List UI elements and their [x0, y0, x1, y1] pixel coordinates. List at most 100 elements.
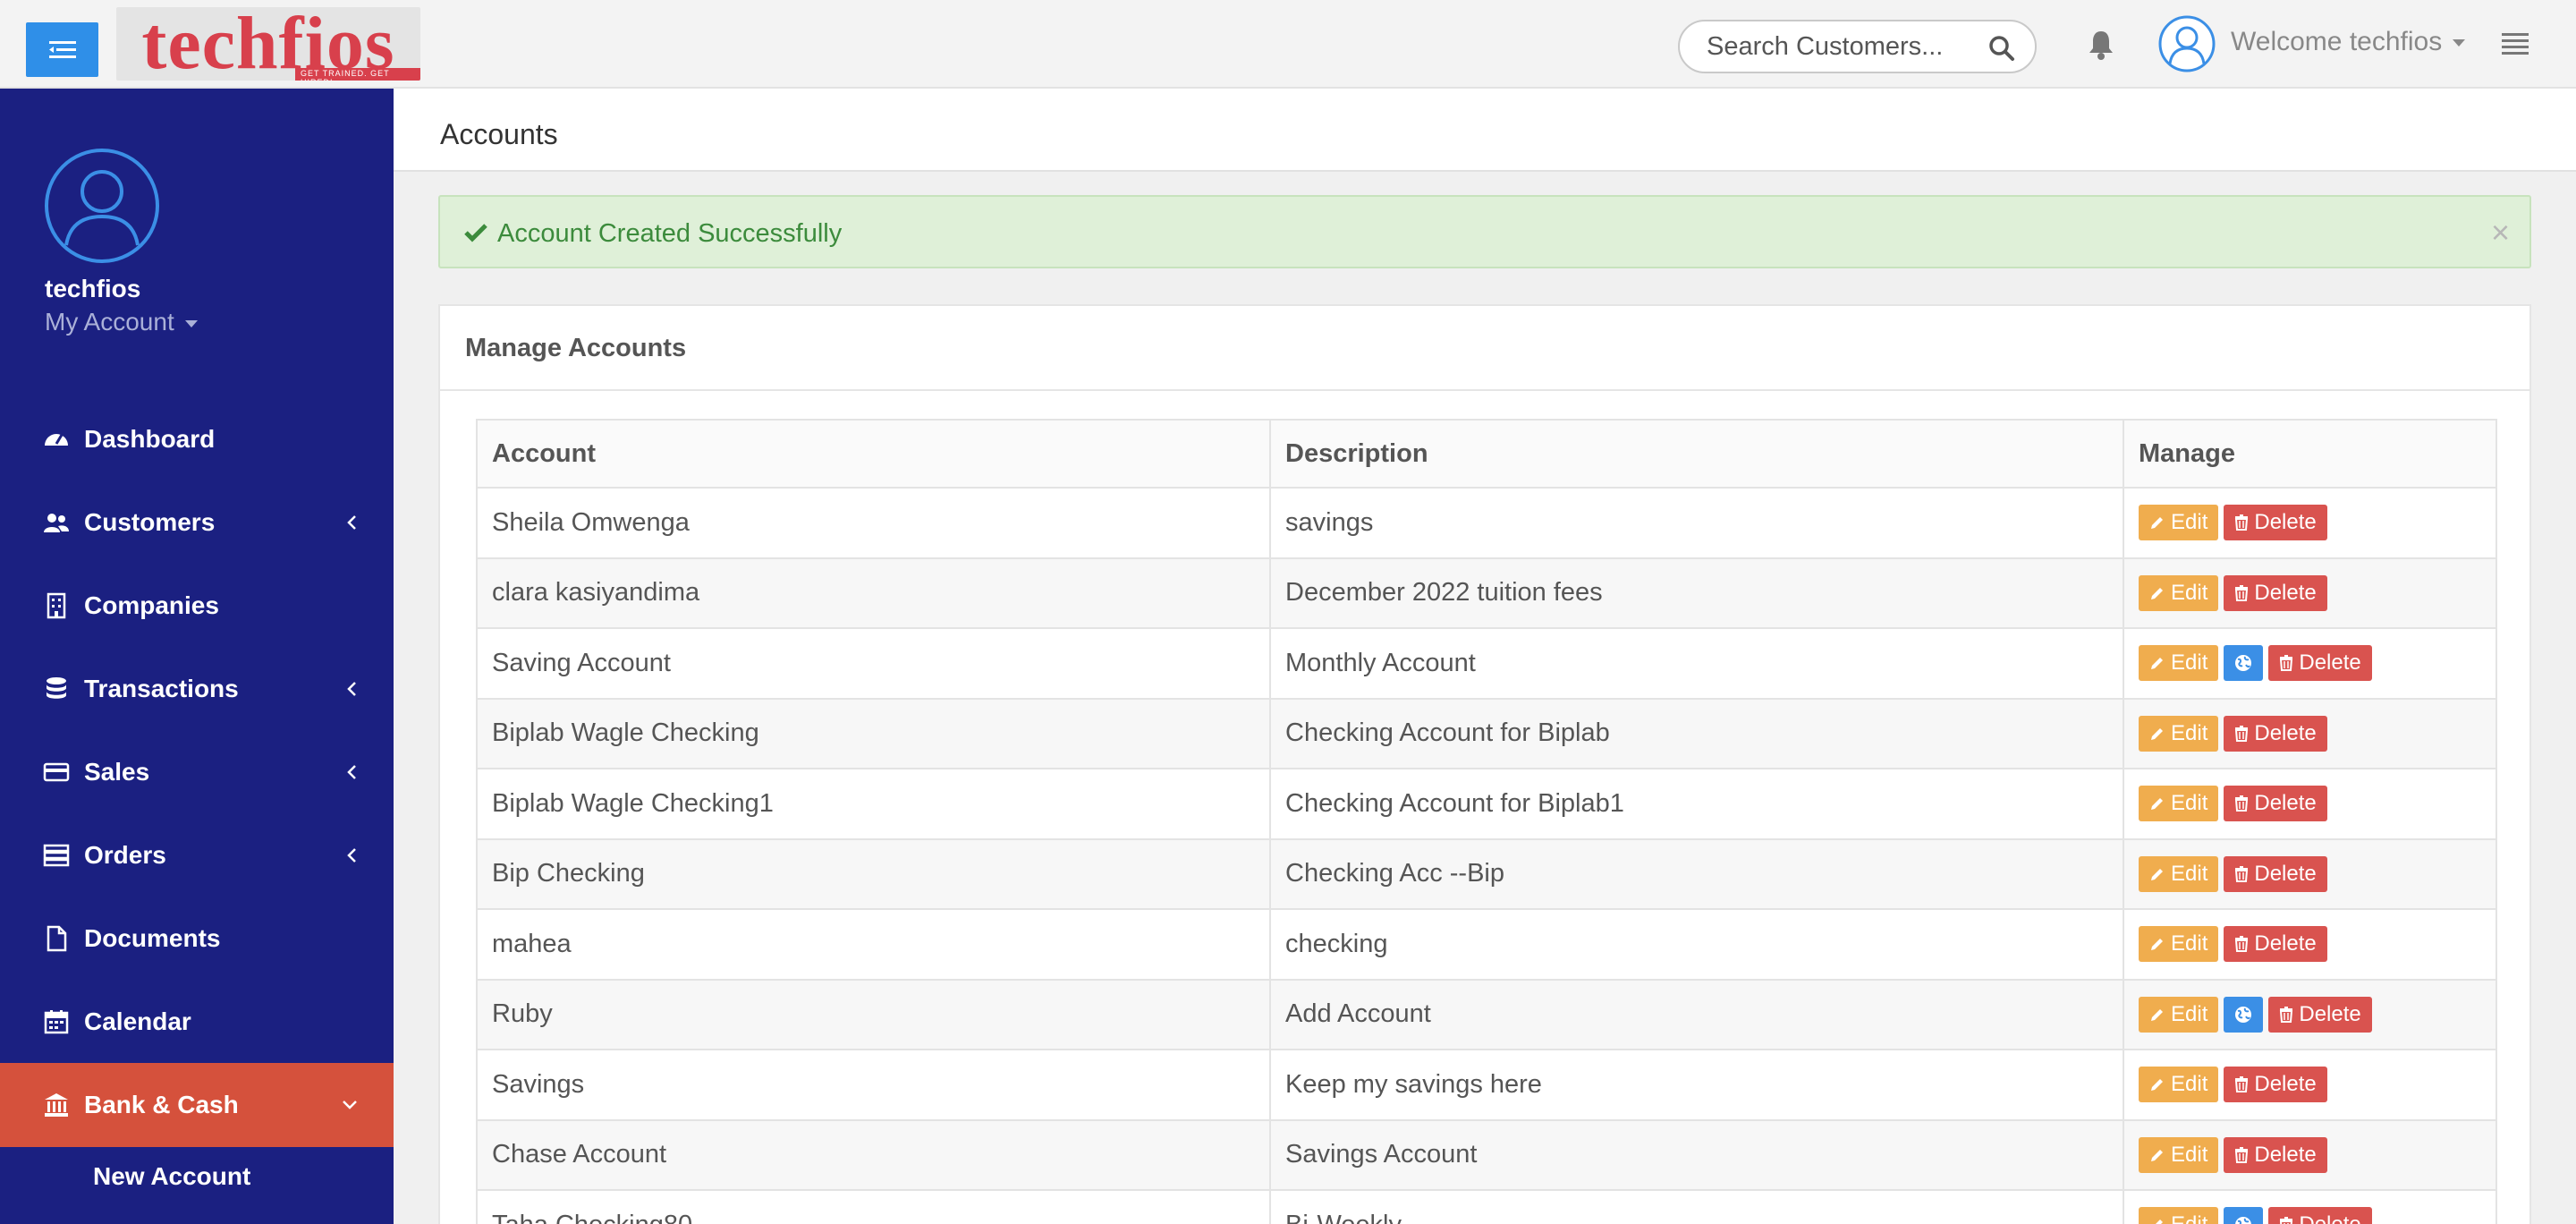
edit-button[interactable]: Edit: [2139, 1067, 2219, 1103]
trash-icon: [2280, 1217, 2293, 1224]
sidebar-item-label: Bank & Cash: [84, 1091, 239, 1118]
account-name-cell: Saving Account: [476, 627, 1271, 700]
account-name-cell: Savings: [476, 1049, 1271, 1121]
my-account-dropdown[interactable]: My Account: [45, 308, 198, 336]
delete-button[interactable]: Delete: [2268, 645, 2372, 682]
sidebar-item-label: Companies: [84, 591, 219, 619]
sidebar-item-label: Orders: [84, 841, 166, 869]
menu-icon: [48, 40, 76, 58]
view-account-button[interactable]: [2224, 645, 2264, 682]
delete-button[interactable]: Delete: [2224, 715, 2327, 752]
sidebar-toggle-button[interactable]: [26, 22, 98, 77]
sidebar-item-calendar[interactable]: Calendar: [0, 980, 394, 1064]
delete-label: Delete: [2299, 1001, 2361, 1026]
bell-icon[interactable]: [2087, 29, 2115, 61]
table-row: Bip Checking Checking Acc --Bip Edit Delete: [476, 837, 2497, 910]
delete-label: Delete: [2254, 791, 2317, 816]
search-box: [1678, 20, 2037, 73]
techfios-logo[interactable]: techfios GET TRAINED. GET HIRED!: [116, 7, 420, 81]
search-icon[interactable]: [1988, 35, 2015, 62]
edit-button[interactable]: Edit: [2139, 926, 2219, 963]
sidebar-item-transactions[interactable]: Transactions: [0, 647, 394, 731]
sidebar-username: techfios: [45, 275, 141, 302]
trash-icon: [2235, 795, 2249, 812]
edit-label: Edit: [2171, 720, 2208, 745]
edit-button[interactable]: Edit: [2139, 1207, 2219, 1224]
manage-cell: Edit Delete: [2123, 697, 2497, 769]
delete-label: Delete: [2254, 1072, 2317, 1097]
close-alert-button[interactable]: ×: [2491, 217, 2510, 249]
pencil-icon: [2156, 1220, 2163, 1224]
edit-button[interactable]: Edit: [2139, 505, 2219, 541]
delete-button[interactable]: Delete: [2268, 1207, 2372, 1224]
calendar-icon: [44, 1010, 69, 1034]
account-name-cell: Biplab Wagle Checking: [476, 697, 1271, 769]
user-avatar-icon[interactable]: [2157, 14, 2216, 73]
accounts-table: Account Description Manage Sheila Omweng…: [476, 419, 2497, 1224]
description-cell: Checking Account for Biplab: [1269, 697, 2124, 769]
chevron-down-icon: [343, 1101, 357, 1109]
account-name-cell: Chase Account: [476, 1118, 1271, 1191]
top-header: techfios GET TRAINED. GET HIRED! Welcome…: [0, 0, 2576, 89]
right-sidebar-toggle-icon[interactable]: [2502, 32, 2529, 55]
delete-label: Delete: [2254, 861, 2317, 886]
sidebar-subitem-new-account[interactable]: New Account: [93, 1162, 250, 1191]
credit-card-icon: [43, 762, 70, 782]
column-header-description: Description: [1269, 419, 2124, 489]
account-name-cell: clara kasiyandima: [476, 557, 1271, 629]
column-header-manage: Manage: [2123, 419, 2497, 489]
edit-button[interactable]: Edit: [2139, 715, 2219, 752]
trash-icon: [2235, 1146, 2249, 1163]
sidebar-item-orders[interactable]: Orders: [0, 813, 394, 897]
pencil-icon: [2151, 727, 2163, 740]
pencil-icon: [2151, 1079, 2163, 1092]
delete-button[interactable]: Delete: [2224, 1067, 2327, 1103]
edit-button[interactable]: Edit: [2139, 786, 2219, 822]
edit-button[interactable]: Edit: [2139, 645, 2219, 682]
edit-button[interactable]: Edit: [2139, 574, 2219, 611]
delete-button[interactable]: Delete: [2224, 505, 2327, 541]
sidebar-item-documents[interactable]: Documents: [0, 897, 394, 981]
globe-icon: [2235, 1217, 2252, 1224]
description-cell: checking: [1269, 908, 2124, 981]
pencil-icon: [2151, 868, 2163, 880]
user-menu-dropdown[interactable]: Welcome techfios: [2231, 27, 2466, 57]
manage-cell: Edit Delete: [2123, 1049, 2497, 1121]
sidebar-item-bank-cash[interactable]: Bank & Cash: [0, 1063, 394, 1147]
profile-avatar-icon: [45, 149, 159, 263]
delete-button[interactable]: Delete: [2224, 926, 2327, 963]
trash-icon: [2235, 514, 2249, 531]
trash-icon: [2280, 655, 2293, 672]
sidebar: techfios My Account Dashboard Customers …: [0, 89, 394, 1224]
view-account-button[interactable]: [2224, 996, 2264, 1033]
server-icon: [43, 844, 70, 867]
delete-button[interactable]: Delete: [2224, 786, 2327, 822]
sidebar-item-sales[interactable]: Sales: [0, 730, 394, 814]
view-account-button[interactable]: [2224, 1207, 2264, 1224]
trash-icon: [2235, 1076, 2249, 1093]
search-customers-input[interactable]: [1707, 30, 1975, 63]
delete-label: Delete: [2299, 650, 2361, 676]
edit-label: Edit: [2171, 1001, 2208, 1026]
trash-icon: [2235, 725, 2249, 742]
delete-button[interactable]: Delete: [2268, 996, 2372, 1033]
delete-button[interactable]: Delete: [2224, 1136, 2327, 1173]
edit-button[interactable]: Edit: [2139, 1136, 2219, 1173]
account-name-cell: Sheila Omwenga: [476, 487, 1271, 559]
delete-label: Delete: [2254, 1142, 2317, 1167]
edit-button[interactable]: Edit: [2139, 996, 2219, 1033]
edit-label: Edit: [2171, 580, 2208, 605]
sidebar-item-customers[interactable]: Customers: [0, 480, 394, 565]
welcome-text: Welcome techfios: [2231, 27, 2443, 56]
trash-icon: [2235, 936, 2249, 953]
sidebar-item-companies[interactable]: Companies: [0, 564, 394, 648]
delete-button[interactable]: Delete: [2224, 855, 2327, 892]
manage-cell: Edit Delete: [2123, 768, 2497, 840]
pencil-icon: [2151, 1149, 2163, 1161]
globe-icon: [2235, 655, 2252, 672]
sidebar-item-dashboard[interactable]: Dashboard: [0, 397, 394, 481]
delete-button[interactable]: Delete: [2224, 574, 2327, 611]
chevron-left-icon: [347, 682, 356, 696]
edit-button[interactable]: Edit: [2139, 855, 2219, 892]
table-row: Savings Keep my savings here Edit Delete: [476, 1049, 2497, 1121]
